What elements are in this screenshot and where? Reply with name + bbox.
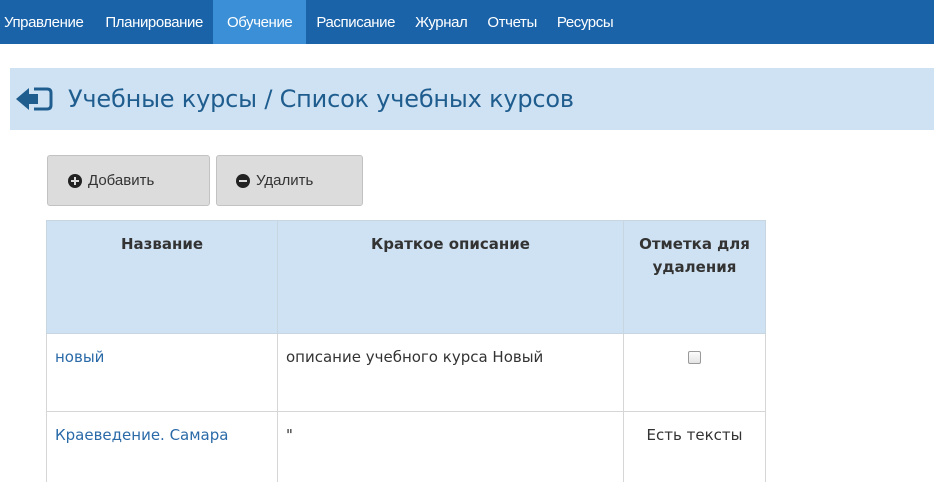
nav-item-resursy[interactable]: Ресурсы (547, 0, 623, 44)
main-navigation: Управление Планирование Обучение Расписа… (0, 0, 934, 44)
table-cell-delete-mark (623, 333, 766, 412)
plus-circle-icon (68, 173, 82, 188)
column-header-name[interactable]: Название (46, 220, 278, 334)
table-cell-description: " (277, 411, 624, 482)
column-header-description[interactable]: Краткое описание (277, 220, 624, 334)
minus-circle-icon (236, 173, 250, 188)
page-title: Учебные курсы / Список учебных курсов (68, 85, 574, 113)
nav-item-planirovanie[interactable]: Планирование (95, 0, 213, 44)
add-button-label: Добавить (88, 172, 155, 189)
page-header: Учебные курсы / Список учебных курсов (10, 68, 934, 130)
nav-item-upravlenie[interactable]: Управление (0, 0, 95, 44)
course-link[interactable]: Краеведение. Самара (55, 426, 228, 444)
nav-item-otchety[interactable]: Отчеты (477, 0, 546, 44)
table-cell-name: Краеведение. Самара (46, 411, 278, 482)
table-cell-name: новый (46, 333, 278, 412)
table-header-row: Название Краткое описание Отметка для уд… (46, 220, 766, 334)
nav-item-obuchenie[interactable]: Обучение (212, 0, 307, 44)
delete-checkbox[interactable] (688, 351, 701, 364)
add-button[interactable]: Добавить (47, 155, 210, 206)
nav-item-raspisanie[interactable]: Расписание (306, 0, 405, 44)
course-link[interactable]: новый (55, 348, 104, 366)
back-arrow-icon[interactable] (14, 84, 54, 114)
delete-button-label: Удалить (256, 172, 314, 189)
table-row: Краеведение. Самара " Есть тексты (46, 411, 766, 482)
column-header-delete-mark: Отметка для удаления (623, 220, 766, 334)
nav-item-zhurnal[interactable]: Журнал (405, 0, 477, 44)
table-cell-delete-mark: Есть тексты (623, 411, 766, 482)
delete-button[interactable]: Удалить (216, 155, 363, 206)
table-cell-description: описание учебного курса Новый (277, 333, 624, 412)
table-row: новый описание учебного курса Новый (46, 333, 766, 412)
courses-table: Название Краткое описание Отметка для уд… (46, 220, 766, 482)
